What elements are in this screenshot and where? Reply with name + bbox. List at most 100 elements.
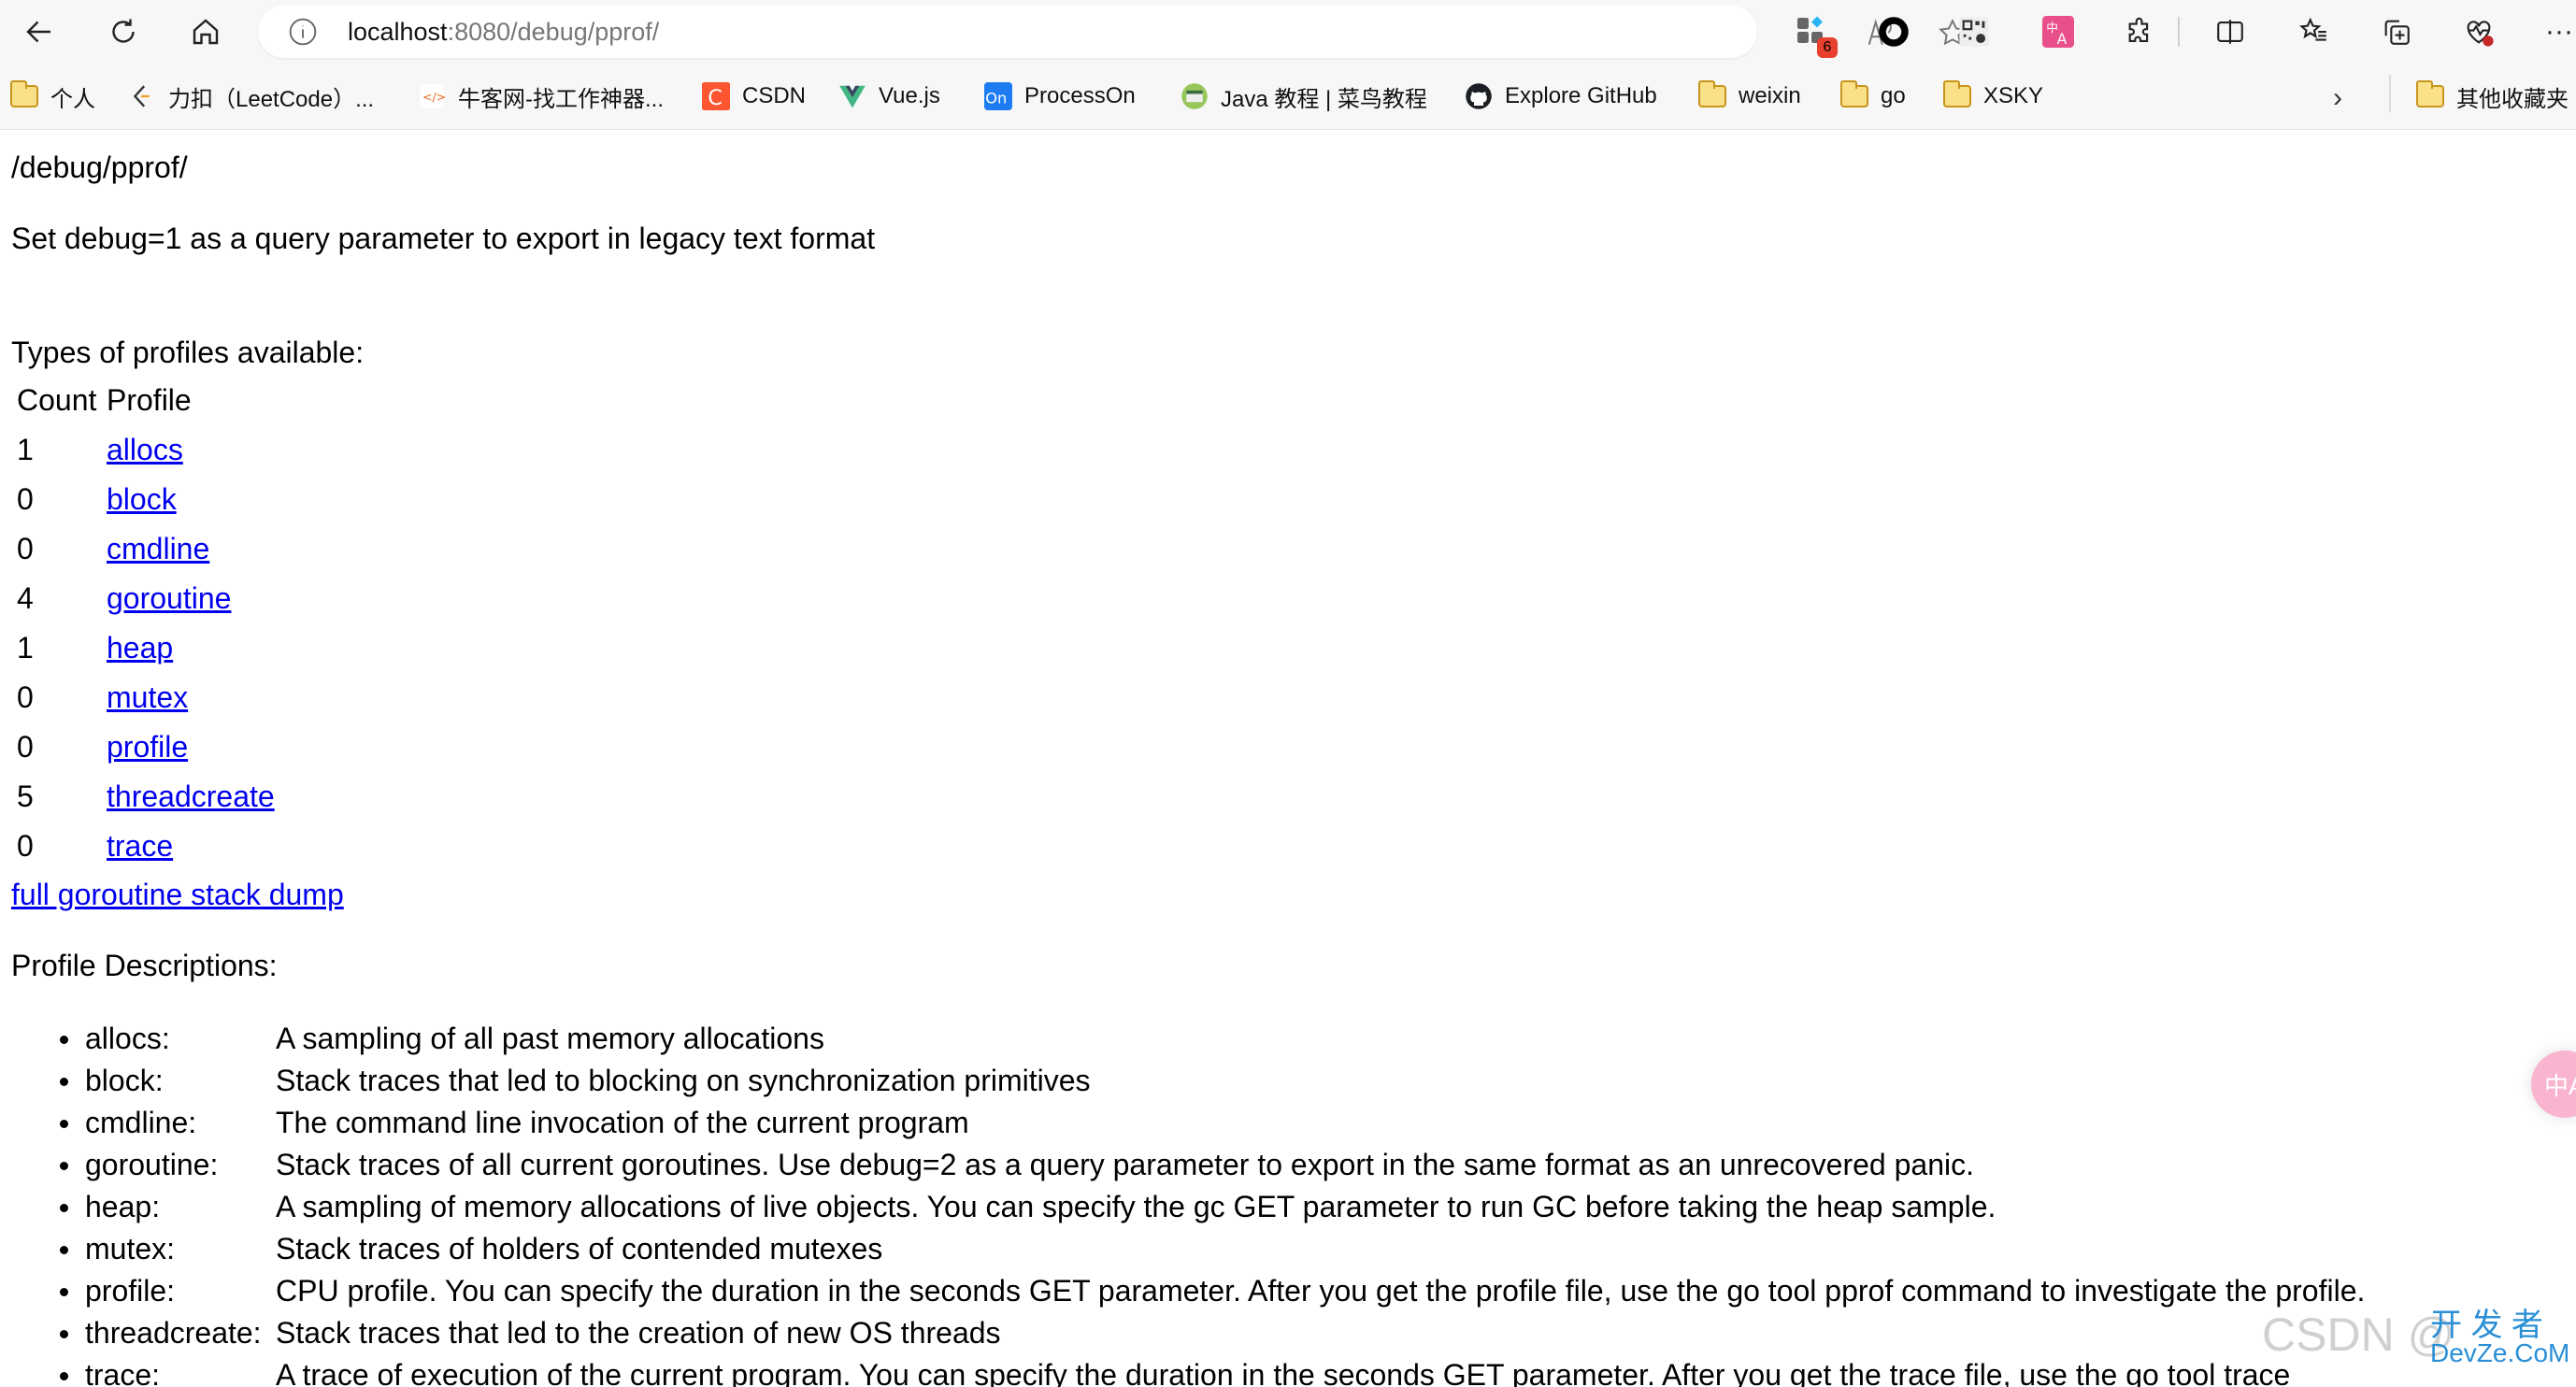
profile-count: 1 — [17, 631, 34, 665]
other-bookmarks-folder[interactable]: 其他收藏夹 — [2415, 80, 2569, 112]
info-icon[interactable] — [288, 17, 318, 47]
bookmark-item[interactable]: Java 教程 | 菜鸟教程 — [1180, 80, 1427, 112]
extension-badge: 6 — [1817, 37, 1838, 58]
description-text: Stack traces of all current goroutines. … — [276, 1148, 1974, 1181]
svg-text:A: A — [2057, 31, 2068, 48]
extension-apps-button[interactable]: 6 — [1791, 11, 1838, 58]
bookmarks-overflow-chevron-icon[interactable]: › — [2333, 82, 2342, 114]
browser-essentials-button[interactable] — [2458, 11, 2499, 52]
full-goroutine-dump-link[interactable]: full goroutine stack dump — [11, 876, 344, 913]
description-text: Stack traces that led to the creation of… — [276, 1316, 1001, 1350]
folder-icon — [1942, 80, 1972, 111]
description-label: goroutine: — [85, 1148, 219, 1181]
profile-link-goroutine[interactable]: goroutine — [107, 579, 231, 617]
profile-count: 0 — [17, 730, 34, 764]
description-text: A sampling of all past memory allocation… — [276, 1022, 824, 1055]
toolbar-divider — [2178, 17, 2180, 47]
home-button[interactable] — [183, 9, 228, 54]
ring-extension-icon — [1879, 17, 1909, 47]
profile-link-mutex[interactable]: mutex — [107, 679, 188, 716]
browser-toolbar: localhost:8080/debug/pprof/ 6 中A ··· — [0, 0, 2576, 64]
description-label: cmdline: — [85, 1106, 197, 1139]
extension-circle-button[interactable] — [1873, 11, 1914, 52]
favorites-button[interactable] — [2294, 11, 2335, 52]
more-menu-button[interactable]: ··· — [2539, 11, 2576, 52]
description-text: A trace of execution of the current prog… — [276, 1358, 2291, 1387]
split-screen-icon — [2217, 20, 2243, 44]
vue-icon — [837, 81, 867, 111]
bookmark-label: Vue.js — [879, 83, 940, 108]
svg-text:C: C — [708, 86, 723, 110]
arrow-left-icon — [26, 21, 50, 43]
description-label: allocs: — [85, 1022, 170, 1055]
translate-icon: 中A — [2042, 16, 2074, 48]
profile-link-allocs[interactable]: allocs — [107, 431, 183, 468]
description-label: mutex: — [85, 1232, 176, 1265]
profile-count: 0 — [17, 829, 34, 863]
bookmark-label: Java 教程 | 菜鸟教程 — [1221, 86, 1427, 112]
nowcoder-icon: </> — [417, 81, 447, 111]
url-text[interactable]: localhost:8080/debug/pprof/ — [348, 17, 659, 47]
description-text: CPU profile. You can specify the duratio… — [276, 1274, 2366, 1308]
bookmark-label: go — [1881, 83, 1906, 108]
extension-translate-button[interactable]: 中A — [2038, 11, 2079, 52]
bookmark-item[interactable]: C CSDN — [701, 80, 806, 112]
profile-link-cmdline[interactable]: cmdline — [107, 530, 209, 567]
bullet-icon — [60, 1036, 68, 1044]
bullet-icon — [60, 1162, 68, 1170]
bookmark-label: 力扣（LeetCode）... — [168, 86, 375, 112]
bookmark-item[interactable]: weixin — [1697, 80, 1801, 112]
github-icon — [1464, 81, 1494, 111]
profile-link-trace[interactable]: trace — [107, 827, 173, 865]
folder-icon — [1697, 80, 1727, 111]
bullet-icon — [60, 1120, 68, 1128]
folder-icon — [1839, 80, 1869, 111]
heart-pulse-icon — [2467, 21, 2494, 47]
address-bar[interactable]: localhost:8080/debug/pprof/ — [258, 6, 1967, 58]
profile-link-profile[interactable]: profile — [107, 728, 188, 765]
back-button[interactable] — [17, 9, 62, 54]
bullet-icon — [60, 1330, 68, 1338]
folder-icon — [9, 80, 39, 111]
description-label: block: — [85, 1064, 164, 1097]
folder-icon — [2415, 80, 2445, 111]
profile-count: 0 — [17, 532, 34, 565]
column-header-count: Count — [17, 383, 97, 417]
watermark-csdn: CSDN @ — [2262, 1308, 2455, 1361]
translate-float-icon: 中A — [2544, 1071, 2576, 1100]
bookmark-item[interactable]: </> 牛客网-找工作神器... — [417, 80, 664, 112]
bookmark-label: Explore GitHub — [1505, 83, 1657, 108]
description-label: threadcreate: — [85, 1316, 262, 1350]
bookmarks-bar: 个人 力扣（LeetCode）... </> 牛客网-找工作神器... C CS… — [0, 64, 2576, 130]
bookmarks-divider — [2389, 75, 2391, 112]
extension-qr-button[interactable] — [1953, 11, 1995, 52]
bookmark-item[interactable]: Vue.js — [837, 80, 940, 112]
description-text: Stack traces that led to blocking on syn… — [276, 1064, 1091, 1097]
qr-code-icon — [1959, 17, 1989, 47]
debug-hint-text: Set debug=1 as a query parameter to expo… — [11, 222, 876, 255]
processon-icon: On — [983, 81, 1013, 111]
profile-link-threadcreate[interactable]: threadcreate — [107, 778, 275, 815]
bookmark-item[interactable]: go — [1839, 80, 1906, 112]
collections-button[interactable] — [2376, 11, 2417, 52]
profile-link-block[interactable]: block — [107, 480, 177, 518]
more-dots-icon: ··· — [2545, 16, 2573, 47]
reload-button[interactable] — [101, 9, 146, 54]
split-screen-button[interactable] — [2210, 11, 2251, 52]
description-label: trace: — [85, 1358, 161, 1387]
svg-text:</>: </> — [422, 90, 446, 104]
bookmark-item[interactable]: Explore GitHub — [1464, 80, 1657, 112]
page-content: /debug/pprof/ Set debug=1 as a query par… — [0, 130, 2576, 1387]
description-text: The command line invocation of the curre… — [276, 1106, 969, 1139]
profile-count: 4 — [17, 581, 34, 615]
watermark-devze: 开 发 者 DevZe.CoM — [2430, 1309, 2569, 1367]
profile-link-heap[interactable]: heap — [107, 629, 173, 666]
bookmark-item[interactable]: 个人 — [9, 80, 95, 112]
favorites-list-icon — [2298, 17, 2326, 41]
bookmark-item[interactable]: 力扣（LeetCode）... — [127, 80, 374, 112]
bookmark-item[interactable]: XSKY — [1942, 80, 2043, 112]
leetcode-icon — [127, 81, 157, 111]
extensions-button[interactable] — [2120, 11, 2161, 52]
types-heading: Types of profiles available: — [11, 336, 365, 369]
bookmark-item[interactable]: On ProcessOn — [983, 80, 1136, 112]
